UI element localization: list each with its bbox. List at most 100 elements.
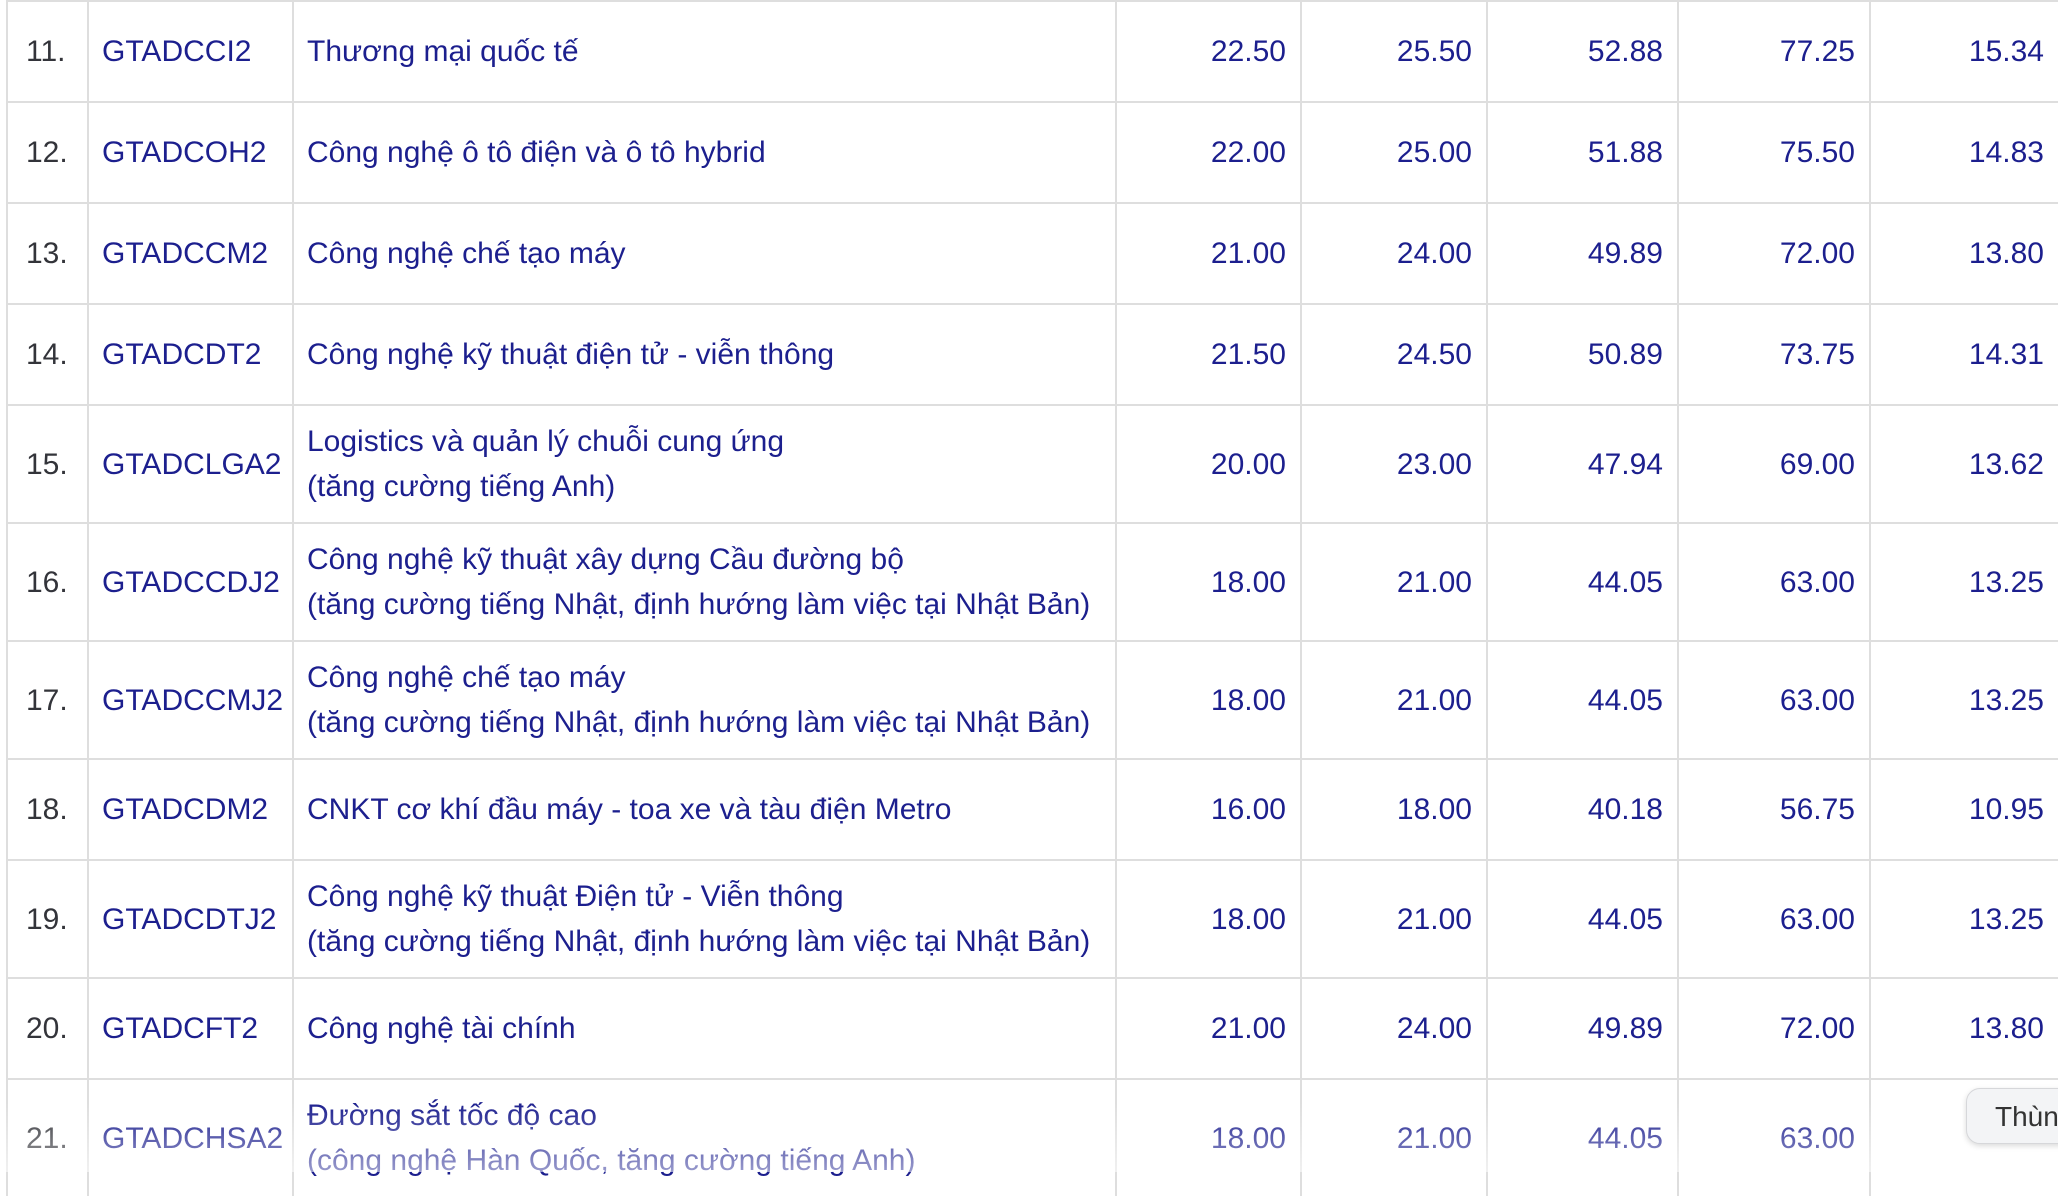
- score-cell-v4: 63.00: [1677, 859, 1871, 979]
- score-cell-v5: 15.34: [1869, 0, 2058, 103]
- program-name-line: (tăng cường tiếng Nhật, định hướng làm v…: [307, 706, 1091, 739]
- score-cell-v4: 69.00: [1677, 404, 1871, 524]
- score-cell-v5: 10.95: [1869, 758, 2058, 861]
- program-code-cell: GTADCCMJ2: [87, 640, 294, 760]
- score-cell-v3: 51.88: [1486, 101, 1679, 204]
- score-cell-v3: 44.05: [1486, 640, 1679, 760]
- score-cell-v1: 18.00: [1115, 522, 1302, 642]
- score-cell-v2: 21.00: [1300, 522, 1488, 642]
- program-name-cell: Công nghệ ô tô điện và ô tô hybrid: [292, 101, 1117, 204]
- program-name-line: Đường sắt tốc độ cao: [307, 1099, 597, 1132]
- score-cell-v2: 24.00: [1300, 977, 1488, 1080]
- program-code-cell: GTADCDT2: [87, 303, 294, 406]
- score-cell-v1: 22.00: [1115, 101, 1302, 204]
- score-cell-v5: 13.80: [1869, 202, 2058, 305]
- score-cell-v1: 18.00: [1115, 640, 1302, 760]
- program-name-cell: CNKT cơ khí đầu máy - toa xe và tàu điện…: [292, 758, 1117, 861]
- row-index-cell: 14.: [6, 303, 89, 406]
- program-name-line: Công nghệ kỹ thuật điện tử - viễn thông: [307, 338, 835, 371]
- score-cell-v5: 13.80: [1869, 977, 2058, 1080]
- score-cell-v3: 49.89: [1486, 202, 1679, 305]
- row-index-cell: 21.: [6, 1078, 89, 1196]
- program-code-cell: GTADCCI2: [87, 0, 294, 103]
- score-cell-v1: 21.50: [1115, 303, 1302, 406]
- score-cell-v3: 40.18: [1486, 758, 1679, 861]
- score-cell-v3: 50.89: [1486, 303, 1679, 406]
- score-cell-v1: 18.00: [1115, 859, 1302, 979]
- table-row: 14. GTADCDT2 Công nghệ kỹ thuật điện tử - …: [6, 303, 2058, 406]
- score-cell-v4: 63.00: [1677, 640, 1871, 760]
- table-row: 16. GTADCCDJ2 Công nghệ kỹ thuật xây dựng …: [6, 522, 2058, 642]
- program-name-cell: Công nghệ chế tạo máy (tăng cường tiếng N…: [292, 640, 1117, 760]
- table-row: 21. GTADCHSA2 Đường sắt tốc độ cao (công ng…: [6, 1078, 2058, 1196]
- score-cell-v4: 63.00: [1677, 1078, 1871, 1196]
- row-index-cell: 18.: [6, 758, 89, 861]
- score-cell-v1: 21.00: [1115, 202, 1302, 305]
- score-cell-v4: 56.75: [1677, 758, 1871, 861]
- table-row: 20. GTADCFT2 Công nghệ tài chính 21.00 24.00…: [6, 977, 2058, 1080]
- program-code-cell: GTADCFT2: [87, 977, 294, 1080]
- program-name-line: Công nghệ tài chính: [307, 1012, 576, 1045]
- program-name-cell: Công nghệ kỹ thuật Điện tử - Viễn thông (…: [292, 859, 1117, 979]
- program-code-cell: GTADCCDJ2: [87, 522, 294, 642]
- row-index-cell: 20.: [6, 977, 89, 1080]
- program-code-cell: GTADCHSA2: [87, 1078, 294, 1196]
- program-name-line: (tăng cường tiếng Anh): [307, 470, 616, 503]
- row-index-cell: 13.: [6, 202, 89, 305]
- program-code-cell: GTADCDM2: [87, 758, 294, 861]
- program-name-line: Công nghệ kỹ thuật Điện tử - Viễn thông: [307, 880, 844, 913]
- table-row: 11. GTADCCI2 Thương mại quốc tế 22.50 25.50 5…: [6, 0, 2058, 103]
- row-index-cell: 16.: [6, 522, 89, 642]
- row-index-cell: 11.: [6, 0, 89, 103]
- row-index-cell: 15.: [6, 404, 89, 524]
- table-row: 19. GTADCDTJ2 Công nghệ kỹ thuật Điện tử -…: [6, 859, 2058, 979]
- program-code-cell: GTADCDTJ2: [87, 859, 294, 979]
- score-cell-v5: 14.83: [1869, 101, 2058, 204]
- program-name-line: Công nghệ kỹ thuật xây dựng Cầu đường bộ: [307, 543, 904, 576]
- score-cell-v5: 14.31: [1869, 303, 2058, 406]
- program-name-line: Công nghệ chế tạo máy: [307, 237, 626, 270]
- score-cell-v5: 13.25: [1869, 859, 2058, 979]
- program-name-line: CNKT cơ khí đầu máy - toa xe và tàu điện…: [307, 793, 952, 826]
- score-cell-v3: 47.94: [1486, 404, 1679, 524]
- score-cell-v3: 44.05: [1486, 859, 1679, 979]
- program-name-cell: Thương mại quốc tế: [292, 0, 1117, 103]
- program-name-line: Logistics và quản lý chuỗi cung ứng: [307, 425, 785, 458]
- row-index-cell: 17.: [6, 640, 89, 760]
- table-row: 12. GTADCOH2 Công nghệ ô tô điện và ô tô h…: [6, 101, 2058, 204]
- score-cell-v2: 18.00: [1300, 758, 1488, 861]
- table-row: 13. GTADCCM2 Công nghệ chế tạo máy 21.00 24.…: [6, 202, 2058, 305]
- score-cell-v4: 63.00: [1677, 522, 1871, 642]
- table-row: 17. GTADCCMJ2 Công nghệ chế tạo máy (tăng c…: [6, 640, 2058, 760]
- score-cell-v4: 72.00: [1677, 977, 1871, 1080]
- program-name-line: Thương mại quốc tế: [307, 35, 579, 68]
- program-name-cell: Công nghệ chế tạo máy: [292, 202, 1117, 305]
- program-name-line: Công nghệ ô tô điện và ô tô hybrid: [307, 136, 766, 169]
- score-cell-v3: 52.88: [1486, 0, 1679, 103]
- program-name-line: (tăng cường tiếng Nhật, định hướng làm v…: [307, 925, 1091, 958]
- table-row: 15. GTADCLGA2 Logistics và quản lý chuỗi c…: [6, 404, 2058, 524]
- admission-score-table-container: 11. GTADCCI2 Thương mại quốc tế 22.50 25.50 5…: [6, 0, 2058, 1196]
- score-cell-v2: 24.50: [1300, 303, 1488, 406]
- floating-action-button[interactable]: Thùn: [1966, 1088, 2058, 1144]
- score-cell-v3: 44.05: [1486, 1078, 1679, 1196]
- score-cell-v5: 13.62: [1869, 404, 2058, 524]
- score-cell-v4: 73.75: [1677, 303, 1871, 406]
- score-cell-v2: 21.00: [1300, 640, 1488, 760]
- program-code-cell: GTADCCM2: [87, 202, 294, 305]
- admission-score-table: 11. GTADCCI2 Thương mại quốc tế 22.50 25.50 5…: [6, 0, 2058, 1196]
- score-cell-v1: 21.00: [1115, 977, 1302, 1080]
- table-body: 11. GTADCCI2 Thương mại quốc tế 22.50 25.50 5…: [6, 0, 2058, 1196]
- score-cell-v2: 25.00: [1300, 101, 1488, 204]
- floating-button-label: Thùn: [1995, 1101, 2058, 1132]
- score-cell-v1: 22.50: [1115, 0, 1302, 103]
- table-row: 18. GTADCDM2 CNKT cơ khí đầu máy - toa xe …: [6, 758, 2058, 861]
- program-name-cell: Công nghệ tài chính: [292, 977, 1117, 1080]
- score-cell-v1: 16.00: [1115, 758, 1302, 861]
- row-index-cell: 19.: [6, 859, 89, 979]
- program-name-cell: Logistics và quản lý chuỗi cung ứng (tăng…: [292, 404, 1117, 524]
- program-name-line: Công nghệ chế tạo máy: [307, 661, 626, 694]
- score-cell-v1: 18.00: [1115, 1078, 1302, 1196]
- score-cell-v3: 44.05: [1486, 522, 1679, 642]
- score-cell-v5: 13.25: [1869, 640, 2058, 760]
